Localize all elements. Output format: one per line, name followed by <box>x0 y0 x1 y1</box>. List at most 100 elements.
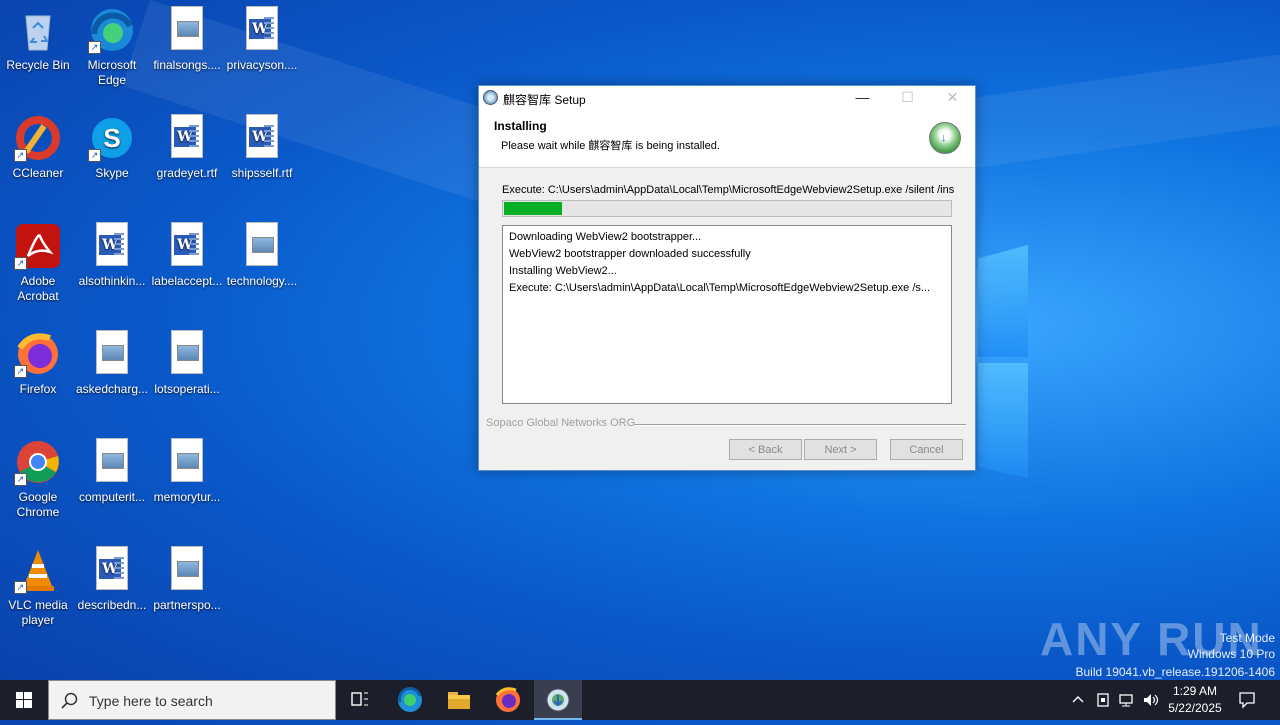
task-view-button[interactable] <box>336 680 384 720</box>
desktop-icon-label: lotsoperati... <box>154 382 220 396</box>
network-icon[interactable] <box>1118 692 1134 708</box>
search-icon <box>61 692 78 709</box>
chrome-icon: ↗ <box>14 438 62 486</box>
notification-center-button[interactable] <box>1228 680 1268 720</box>
desktop-icon-label: computerit... <box>78 490 146 504</box>
desktop-icon[interactable]: Wprivacyson.... <box>224 6 300 73</box>
desktop-icon[interactable]: ↗ VLC media player <box>0 546 76 628</box>
device-icon[interactable] <box>1096 692 1110 708</box>
install-progress-bar <box>502 200 952 217</box>
task-view-icon <box>351 692 368 706</box>
system-tray <box>1066 680 1166 720</box>
taskbar-file-explorer[interactable] <box>435 680 483 720</box>
ccleaner-icon: ↗ <box>14 114 62 162</box>
start-button[interactable] <box>0 680 48 720</box>
taskbar-edge[interactable] <box>386 680 434 720</box>
desktop-icon-label: memorytur... <box>153 490 221 504</box>
installer-logo-icon: ↓ <box>929 122 961 154</box>
skype-icon: S ↗ <box>88 114 136 162</box>
desktop-icon-label: Microsoft Edge <box>87 58 137 87</box>
desktop-icon[interactable]: ↗ Adobe Acrobat <box>0 222 76 304</box>
image-file-icon <box>88 438 136 486</box>
desktop-icon[interactable]: lotsoperati... <box>149 330 225 397</box>
desktop-icon-label: VLC media player <box>8 598 68 627</box>
acrobat-icon: ↗ <box>14 222 62 270</box>
word-file-icon: W <box>88 222 136 270</box>
show-hidden-icons-chevron-icon[interactable] <box>1072 694 1084 704</box>
desktop-icon[interactable]: Wdescribedn... <box>74 546 150 613</box>
desktop-icon[interactable]: memorytur... <box>149 438 225 505</box>
firefox-icon <box>495 687 520 712</box>
desktop-icon-label: askedcharg... <box>75 382 149 396</box>
cancel-button[interactable]: Cancel <box>890 439 963 460</box>
desktop-icon-label: Google Chrome <box>16 490 60 519</box>
desktop-icon[interactable]: askedcharg... <box>74 330 150 397</box>
desktop-icon[interactable]: ↗ Firefox <box>0 330 76 397</box>
image-file-icon <box>163 6 211 54</box>
desktop-icon[interactable]: ↗ Google Chrome <box>0 438 76 520</box>
search-placeholder: Type here to search <box>89 693 213 709</box>
desktop-icon[interactable]: Walsothinkin... <box>74 222 150 289</box>
desktop-icon-label: privacyson.... <box>226 58 298 72</box>
log-line: WebView2 bootstrapper downloaded success… <box>509 248 751 260</box>
desktop-icon-label: Recycle Bin <box>6 58 70 72</box>
desktop-icon[interactable]: Wlabelaccept... <box>149 222 225 289</box>
image-file-icon <box>238 222 286 270</box>
desktop-icon[interactable]: Wshipsself.rtf <box>224 114 300 181</box>
desktop-icon[interactable]: technology.... <box>224 222 300 289</box>
desktop-icon-label: Firefox <box>19 382 57 396</box>
desktop-icon-label: shipsself.rtf <box>231 166 293 180</box>
windows-start-icon <box>16 692 32 708</box>
desktop-icon[interactable]: finalsongs.... <box>149 6 225 73</box>
dialog-header: Installing Please wait while 麒容智库 is bei… <box>479 110 975 168</box>
desktop-icon-label: gradeyet.rtf <box>156 166 218 180</box>
minimize-button[interactable]: — <box>840 86 885 110</box>
current-action-text: Execute: C:\Users\admin\AppData\Local\Te… <box>502 184 954 196</box>
desktop-icon-label: Adobe Acrobat <box>17 274 59 303</box>
clock[interactable]: 1:29 AM 5/22/2025 <box>1162 680 1228 720</box>
taskbar-firefox[interactable] <box>484 680 532 720</box>
desktop-icon[interactable]: ↗ Microsoft Edge <box>74 6 150 88</box>
dialog-title: 麒容智库 Setup <box>503 93 586 107</box>
header-title: Installing <box>494 119 547 133</box>
desktop-icon[interactable]: Wgradeyet.rtf <box>149 114 225 181</box>
next-button[interactable]: Next > <box>804 439 877 460</box>
desktop-icon[interactable]: ↗ CCleaner <box>0 114 76 181</box>
dialog-titlebar[interactable]: 麒容智库 Setup — ☐ ✕ <box>479 86 975 110</box>
firefox-icon: ↗ <box>14 330 62 378</box>
taskbar-setup-app[interactable] <box>534 680 582 720</box>
edge-icon <box>398 687 422 712</box>
desktop-icon-label: alsothinkin... <box>78 274 146 288</box>
taskbar-search[interactable]: Type here to search <box>48 680 336 720</box>
branding-text: Sopaco Global Networks ORG. <box>486 417 639 429</box>
desktop-icon[interactable]: S ↗ Skype <box>74 114 150 181</box>
setup-app-icon <box>546 688 570 712</box>
clock-date: 5/22/2025 <box>1168 701 1222 715</box>
desktop-icon-label: describedn... <box>77 598 147 612</box>
branding-divider <box>634 424 966 426</box>
log-line: Downloading WebView2 bootstrapper... <box>509 231 702 243</box>
clock-time: 1:29 AM <box>1172 684 1218 698</box>
word-file-icon: W <box>163 114 211 162</box>
install-log-list[interactable]: Downloading WebView2 bootstrapper... WebV… <box>502 225 952 404</box>
setup-dialog: 麒容智库 Setup — ☐ ✕ Installing Please wait … <box>478 85 976 471</box>
word-file-icon: W <box>238 114 286 162</box>
log-line: Execute: C:\Users\admin\AppData\Local\Te… <box>509 282 931 294</box>
folder-icon <box>448 692 470 709</box>
volume-icon[interactable] <box>1142 692 1160 708</box>
taskbar: Type here to search 1:29 AM 5/22/2025 <box>0 680 1280 720</box>
word-file-icon: W <box>88 546 136 594</box>
close-button: ✕ <box>946 89 959 105</box>
edition-text: Windows 10 Pro <box>1187 647 1275 661</box>
test-mode-text: Test Mode <box>1219 631 1275 645</box>
desktop-icon[interactable]: computerit... <box>74 438 150 505</box>
image-file-icon <box>163 546 211 594</box>
desktop-icon-label: CCleaner <box>12 166 64 180</box>
word-file-icon: W <box>163 222 211 270</box>
desktop-icon[interactable]: Recycle Bin <box>0 6 76 73</box>
desktop-icon[interactable]: partnerspo... <box>149 546 225 613</box>
desktop-icon-label: Skype <box>95 166 129 180</box>
recycle-bin-icon <box>14 6 62 54</box>
image-file-icon <box>88 330 136 378</box>
back-button[interactable]: < Back <box>729 439 802 460</box>
